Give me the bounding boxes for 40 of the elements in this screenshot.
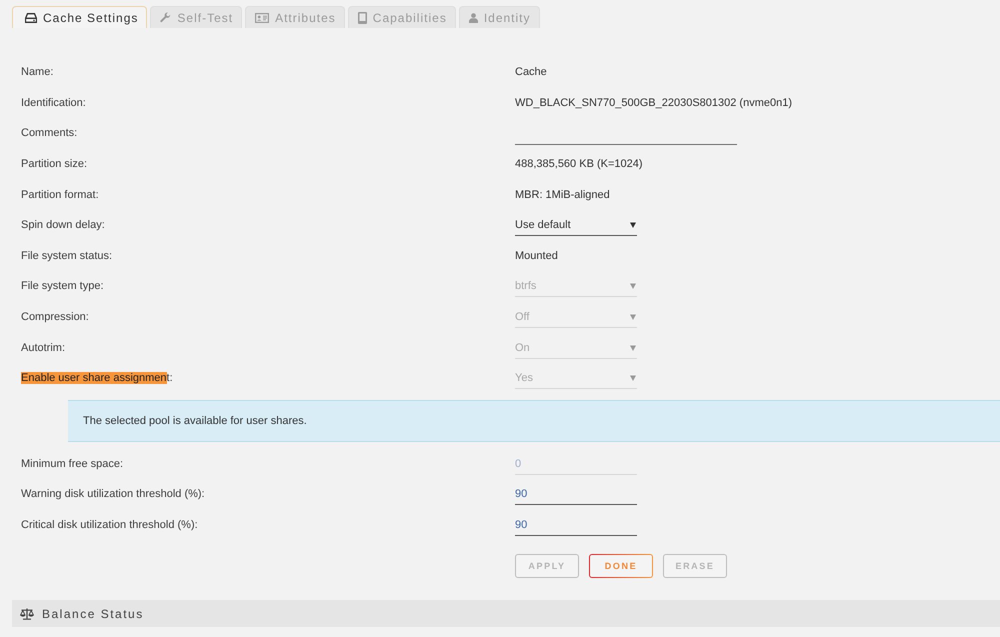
field-label: Comments:	[21, 127, 78, 140]
field-label: File system status:	[21, 250, 112, 262]
field-value: Cache	[515, 66, 547, 78]
field-label: Partition format:	[21, 188, 99, 201]
field-label: File system type:	[21, 280, 104, 292]
user-icon	[468, 12, 478, 22]
dropdown[interactable]: Use default	[515, 215, 637, 236]
tab[interactable]: Capabilities	[348, 6, 456, 28]
id-card-icon	[255, 12, 270, 22]
balance-scale-icon	[20, 608, 34, 620]
wrench-icon	[160, 12, 172, 23]
field-label: Critical disk utilization threshold (%):	[21, 519, 198, 532]
field-label: Identification:	[21, 96, 86, 109]
tab[interactable]: Identity	[458, 6, 540, 28]
input-field[interactable]: 90	[515, 515, 637, 536]
field-value: WD_BLACK_SN770_500GB_22030S801302 (nvme0n1)	[515, 96, 792, 109]
tab[interactable]: Self-Test	[150, 6, 242, 28]
field-label: Autotrim:	[21, 342, 66, 354]
tablet-icon	[358, 12, 367, 24]
field-label: Name:	[21, 66, 54, 78]
caret-icon	[630, 314, 636, 320]
caret-icon	[630, 222, 636, 228]
field-label: Warning disk utilization threshold (%):	[21, 488, 205, 500]
field-label: Spin down delay:	[21, 219, 105, 232]
field-label: Compression:	[21, 311, 89, 324]
field-label: Minimum free space:	[21, 458, 124, 470]
tab[interactable]: Attributes	[245, 6, 345, 28]
field-value: 488,385,560 KB (K=1024)	[515, 158, 643, 170]
field-value: Mounted	[515, 250, 558, 262]
input-field[interactable]: 90	[515, 484, 637, 506]
section-title: Balance Status	[42, 606, 144, 621]
caret-icon	[630, 344, 636, 351]
tab[interactable]: Cache Settings	[12, 6, 148, 28]
caret-icon	[630, 283, 636, 290]
field-value: MBR: 1MiB-aligned	[515, 188, 610, 201]
info-notice: The selected pool is available for user shares.	[68, 400, 1000, 442]
drive-icon	[25, 12, 37, 22]
caret-icon	[630, 375, 636, 382]
action-button[interactable]: DONE	[589, 554, 653, 578]
field-label: Partition size:	[21, 158, 88, 170]
